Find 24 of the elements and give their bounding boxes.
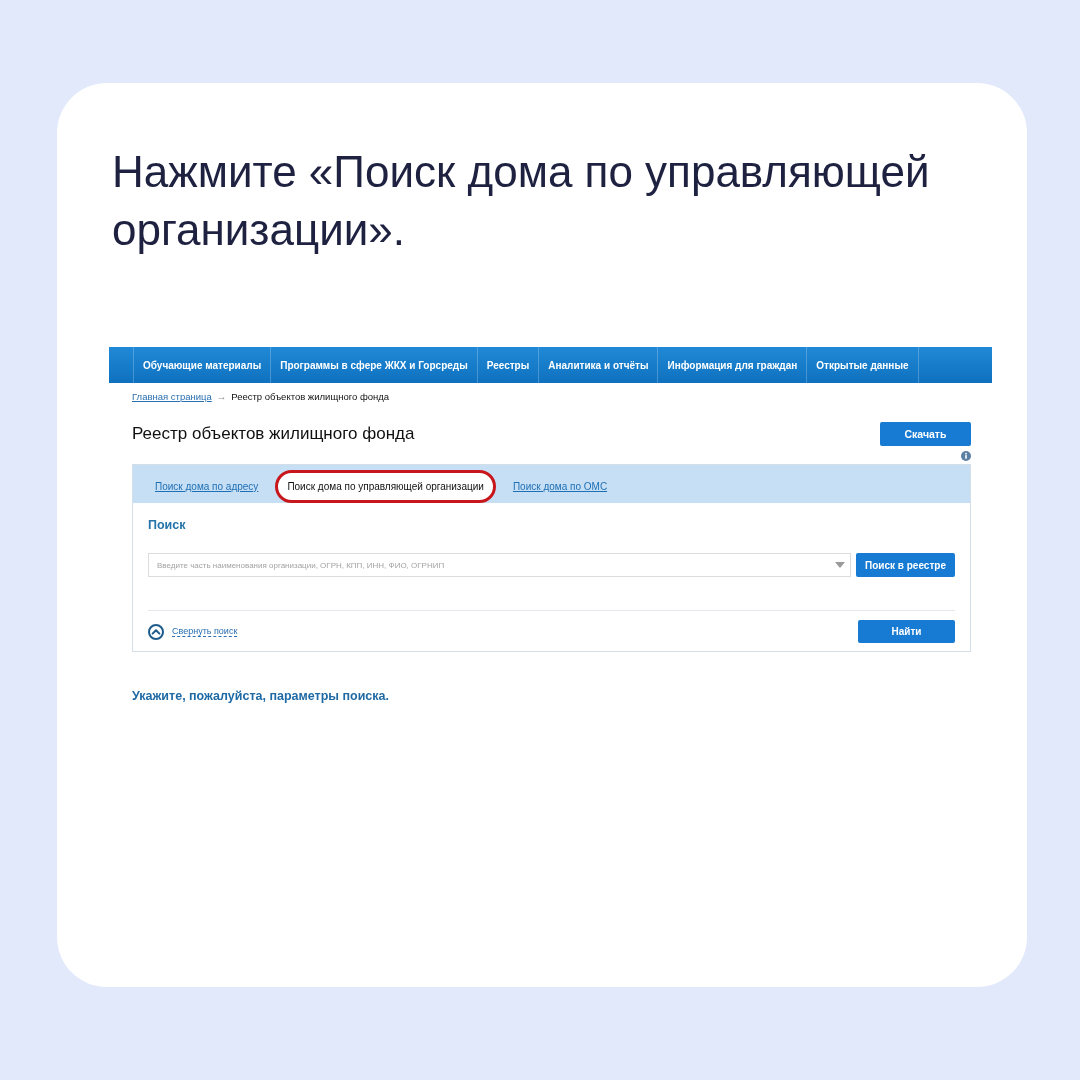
nav-menu-item[interactable]: Информация для граждан	[657, 347, 807, 383]
breadcrumb-current: Реестр объектов жилищного фонда	[231, 391, 390, 403]
info-icon[interactable]	[961, 451, 971, 461]
breadcrumb-separator: →	[216, 391, 227, 403]
collapse-search-link[interactable]: Свернуть поиск	[172, 626, 238, 637]
nav-menu-item[interactable]: Открытые данные	[806, 347, 919, 383]
download-button[interactable]: Скачать	[880, 422, 971, 446]
nav-menu-item[interactable]: Аналитика и отчёты	[538, 347, 658, 383]
find-button[interactable]: Найти	[858, 620, 955, 643]
nav-menu-item[interactable]: Реестры	[476, 347, 539, 383]
nav-menu-item[interactable]: Обучающие материалы	[133, 347, 271, 383]
search-field[interactable]: Введите часть наименования организации, ОГРН, КПП, ИНН, ФИО, ОГРНИП	[148, 553, 851, 577]
tab[interactable]: Поиск дома по адресу	[143, 470, 271, 503]
instruction-text: Нажмите «Поиск дома по управляющей организации».	[112, 146, 931, 256]
tab[interactable]: Поиск дома по ОМС	[500, 470, 620, 503]
search-hint-text: Укажите, пожалуйста, параметры поиска.	[132, 688, 390, 704]
page-title: Реестр объектов жилищного фонда	[132, 424, 415, 444]
tab[interactable]: Поиск дома по управляющей организации	[275, 470, 496, 503]
chevron-up-circle-icon[interactable]	[148, 623, 164, 640]
registry-search-button[interactable]: Поиск в реестре	[856, 553, 955, 577]
dropdown-caret-icon[interactable]	[835, 562, 845, 568]
search-heading: Поиск	[148, 517, 187, 533]
nav-menu-item[interactable]: Программы в сфере ЖКХ и Горсреды	[270, 347, 477, 383]
breadcrumb-link[interactable]: Главная страница	[132, 391, 212, 403]
